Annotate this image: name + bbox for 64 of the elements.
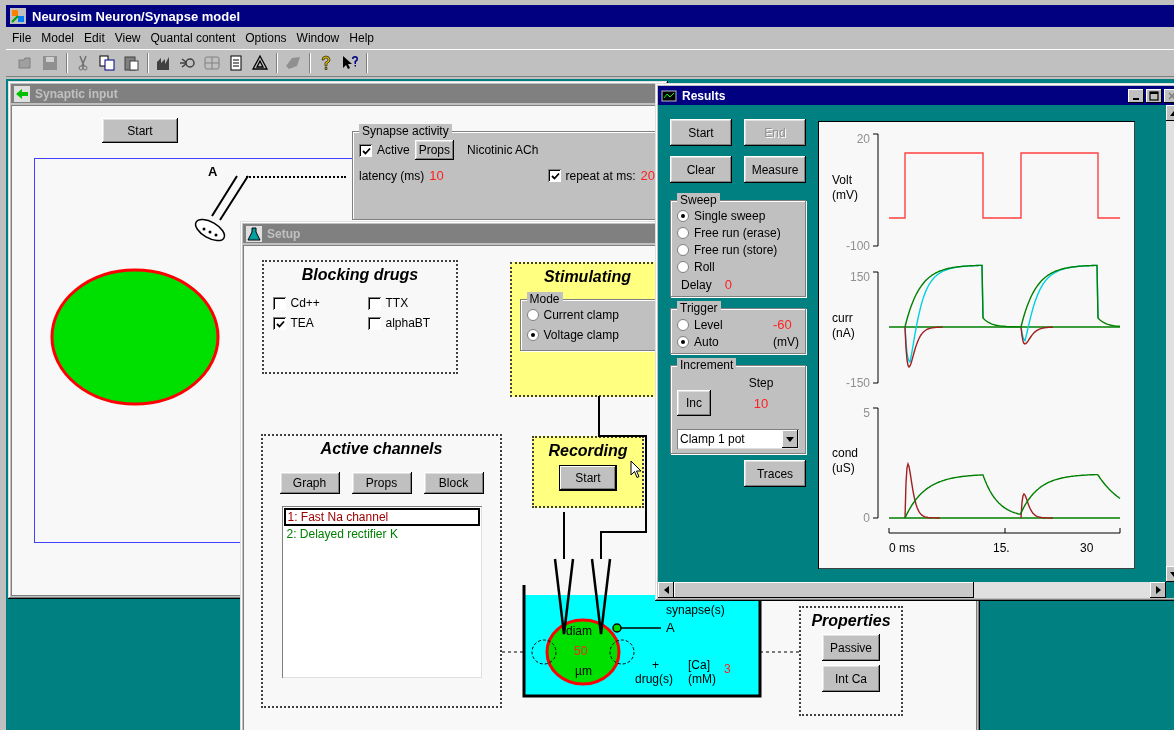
latency-label: latency (ms) — [359, 168, 425, 183]
panel-title: Properties — [811, 612, 891, 630]
x-tick-label: 30 — [1080, 541, 1094, 555]
radio-label: Free run (erase) — [694, 226, 781, 240]
x-tick-label: 15. — [993, 541, 1010, 555]
delay-value: 0 — [724, 277, 732, 292]
delay-label: Delay — [681, 277, 712, 292]
drug-label: drug(s) — [635, 672, 673, 686]
plus-label: + — [652, 658, 659, 672]
app-title: Neurosim Neuron/Synapse model — [32, 8, 241, 24]
y-tick-label: -150 — [845, 376, 870, 390]
synapse-label: A — [208, 164, 218, 179]
radio-label: Level — [694, 317, 723, 332]
y-tick-label: 5 — [863, 406, 870, 420]
group-title: Mode — [526, 292, 563, 306]
trigger-level-value: -60 — [773, 317, 793, 332]
diameter-unit: µm — [575, 664, 592, 678]
axis-label: Volt — [832, 173, 852, 187]
axis-label: cond — [832, 446, 859, 460]
latency-value: 10 — [429, 168, 444, 183]
diameter-label: diam — [566, 624, 592, 638]
radio-label: Current clamp — [543, 308, 619, 322]
y-tick-label: -100 — [845, 239, 870, 253]
diameter-value: 50 — [574, 644, 588, 658]
synapse-label: synapse(s) — [666, 603, 725, 617]
group-title: Synapse activity — [359, 124, 452, 138]
group-title: Increment — [677, 358, 737, 372]
panel-title: Recording — [548, 442, 628, 460]
y-tick-label: 0 — [863, 511, 870, 525]
panel-title: Blocking drugs — [301, 266, 419, 284]
checkbox-label: TEA — [290, 316, 314, 330]
transmitter-label: Nicotinic ACh — [467, 143, 539, 157]
window-title: Results — [682, 88, 726, 103]
panel-title: Stimulating — [543, 268, 632, 286]
unit-label: (mV) — [773, 335, 799, 349]
radio-label: Free run (store) — [694, 243, 778, 257]
step-value: 10 — [753, 395, 769, 411]
window-title: Setup — [267, 226, 301, 241]
checkbox-label: TTX — [385, 296, 409, 310]
axis-label: curr — [832, 310, 853, 325]
checkbox-label: repeat at ms: — [565, 168, 636, 183]
group-title: Trigger — [677, 301, 721, 315]
axis-unit: (uS) — [832, 461, 855, 475]
checkbox-label: Active — [377, 143, 410, 157]
calcium-label: [Ca] — [688, 658, 710, 672]
repeat-value: 20 — [640, 168, 655, 183]
step-label: Step — [748, 376, 774, 390]
axis-unit: (mV) — [832, 188, 858, 202]
y-tick-label: 150 — [849, 270, 870, 284]
radio-label: Single sweep — [694, 209, 766, 223]
synapse-name: A — [666, 620, 675, 635]
calcium-value: 3 — [724, 662, 731, 676]
radio-label: Auto — [694, 335, 719, 349]
radio-label: Voltage clamp — [543, 328, 619, 342]
calcium-unit: (mM) — [688, 672, 716, 686]
x-tick-label: 0 ms — [889, 541, 915, 555]
checkbox-label: alphaBT — [385, 316, 431, 330]
group-title: Sweep — [677, 193, 720, 207]
radio-label: Roll — [694, 260, 715, 274]
checkbox-label: Cd++ — [290, 296, 320, 310]
panel-title: Active channels — [320, 440, 443, 458]
axis-unit: (nA) — [832, 325, 855, 340]
y-tick-label: 20 — [856, 132, 870, 146]
window-title: Synaptic input — [35, 86, 118, 101]
